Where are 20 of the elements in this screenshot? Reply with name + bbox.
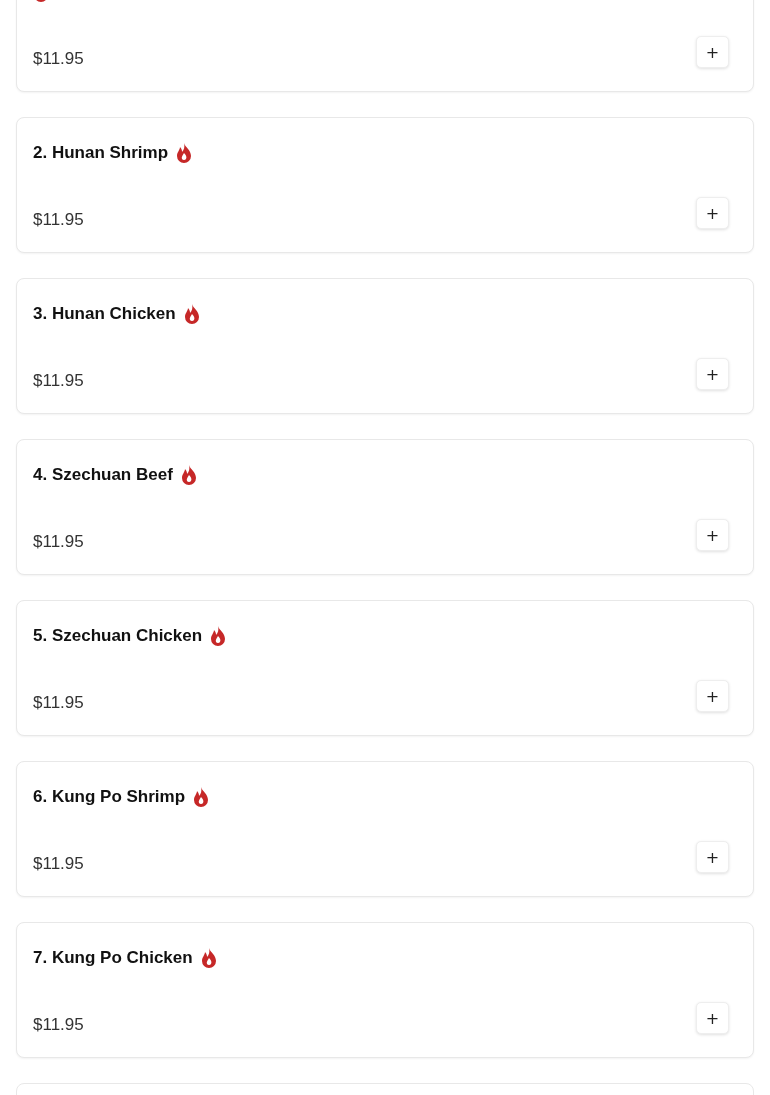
item-price: $11.95 <box>33 1015 84 1035</box>
item-price: $11.95 <box>33 371 84 391</box>
item-name: 3. Hunan Chicken <box>33 304 176 324</box>
item-price: $11.95 <box>33 693 84 713</box>
add-button[interactable]: + <box>696 36 729 68</box>
item-price: $11.95 <box>33 210 84 230</box>
add-button[interactable]: + <box>696 519 729 551</box>
add-button[interactable]: + <box>696 680 729 712</box>
item-price: $11.95 <box>33 49 84 69</box>
add-button[interactable]: + <box>696 197 729 229</box>
item-name: 6. Kung Po Shrimp <box>33 787 186 807</box>
item-price: $11.95 <box>33 854 84 874</box>
item-name: 7. Kung Po Chicken <box>33 948 193 968</box>
add-button[interactable]: + <box>696 841 729 873</box>
item-price: $11.95 <box>33 532 84 552</box>
item-name: 5. Szechuan Chicken <box>33 626 203 646</box>
add-button[interactable]: + <box>696 358 729 390</box>
item-name: 4. Szechuan Beef <box>33 465 173 485</box>
item-name: 2. Hunan Shrimp <box>33 143 169 163</box>
add-button[interactable]: + <box>696 1002 729 1034</box>
